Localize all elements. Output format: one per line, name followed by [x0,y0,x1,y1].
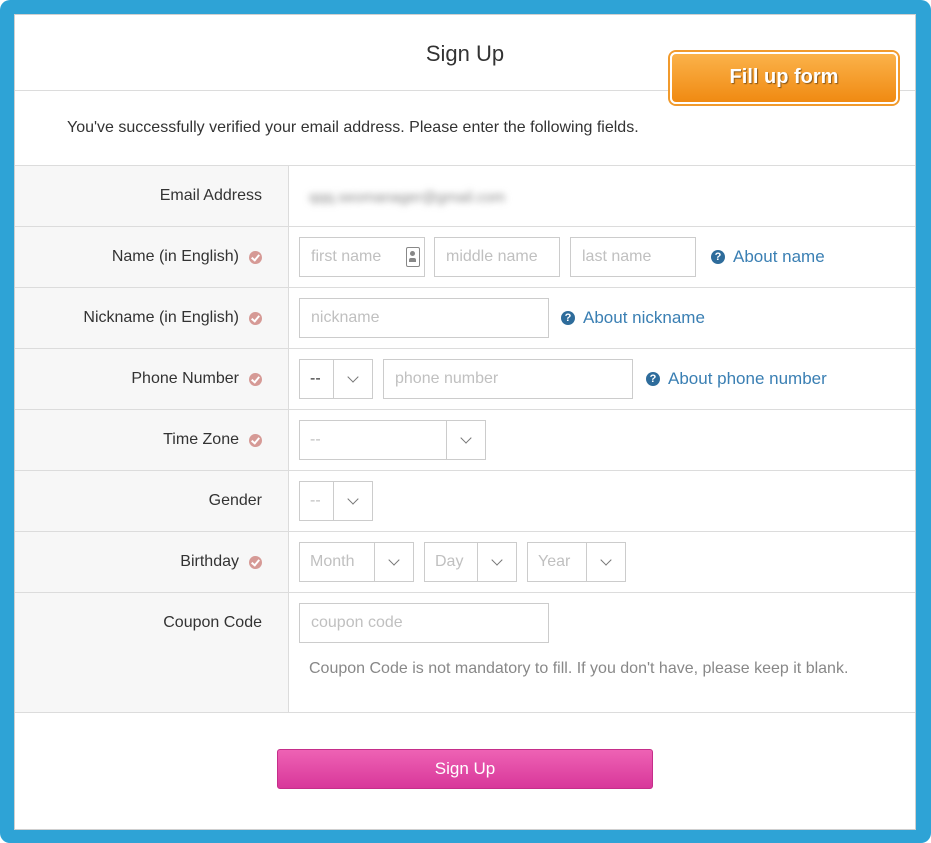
about-nickname-link[interactable]: ? About nickname [561,308,705,328]
phone-number-input[interactable]: phone number [383,359,633,399]
chevron-down-icon[interactable] [586,543,625,581]
chevron-down-icon[interactable] [446,421,485,459]
nickname-input[interactable]: nickname [299,298,549,338]
coupon-label: Coupon Code [163,614,262,631]
email-row: Email Address qqq.seomanager@gmail.com [15,166,915,227]
phone-label: Phone Number [131,370,262,388]
signup-card: Sign Up Fill up form You've successfully… [14,14,916,830]
timezone-select[interactable]: -- [299,420,486,460]
intro-message: You've successfully verified your email … [67,119,639,136]
required-check-icon [249,555,262,569]
question-circle-icon: ? [561,311,575,325]
birth-month-select[interactable]: Month [299,542,414,582]
question-circle-icon: ? [646,372,660,386]
first-name-input[interactable]: first name [299,237,425,277]
nickname-label: Nickname (in English) [83,309,262,327]
timezone-row: Time Zone -- [15,410,915,471]
birth-year-select[interactable]: Year [527,542,626,582]
required-check-icon [249,250,262,264]
chevron-down-icon[interactable] [477,543,516,581]
middle-name-input[interactable]: middle name [434,237,560,277]
coupon-note: Coupon Code is not mandatory to fill. If… [309,660,849,677]
last-name-input[interactable]: last name [570,237,696,277]
required-check-icon [249,311,262,325]
coupon-row: Coupon Code coupon code Coupon Code is n… [15,593,915,713]
birthday-label: Birthday [180,553,262,571]
birth-day-select[interactable]: Day [424,542,517,582]
required-check-icon [249,372,262,386]
coupon-code-input[interactable]: coupon code [299,603,549,643]
chevron-down-icon[interactable] [333,482,372,520]
about-name-link[interactable]: ? About name [711,247,825,267]
sign-up-button[interactable]: Sign Up [277,749,653,789]
chevron-down-icon[interactable] [374,543,413,581]
question-circle-icon: ? [711,250,725,264]
timezone-label: Time Zone [163,431,262,449]
name-row: Name (in English) first name middle name… [15,227,915,288]
gender-row: Gender -- [15,471,915,532]
country-code-select[interactable]: -- [299,359,373,399]
about-phone-link[interactable]: ? About phone number [646,369,827,389]
required-check-icon [249,433,262,447]
fill-up-form-badge: Fill up form [670,52,898,104]
name-label: Name (in English) [112,248,262,266]
email-label: Email Address [159,187,262,204]
outer-frame: Sign Up Fill up form You've successfully… [0,0,931,843]
gender-label: Gender [208,492,262,509]
nickname-row: Nickname (in English) nickname ? About n… [15,288,915,349]
signup-form: Email Address qqq.seomanager@gmail.com N… [15,165,915,713]
chevron-down-icon[interactable] [333,360,372,398]
birthday-row: Birthday Month Day Year [15,532,915,593]
email-value: qqq.seomanager@gmail.com [309,189,506,206]
phone-row: Phone Number -- phone number ? About pho… [15,349,915,410]
gender-select[interactable]: -- [299,481,373,521]
contact-card-icon[interactable] [406,247,420,267]
